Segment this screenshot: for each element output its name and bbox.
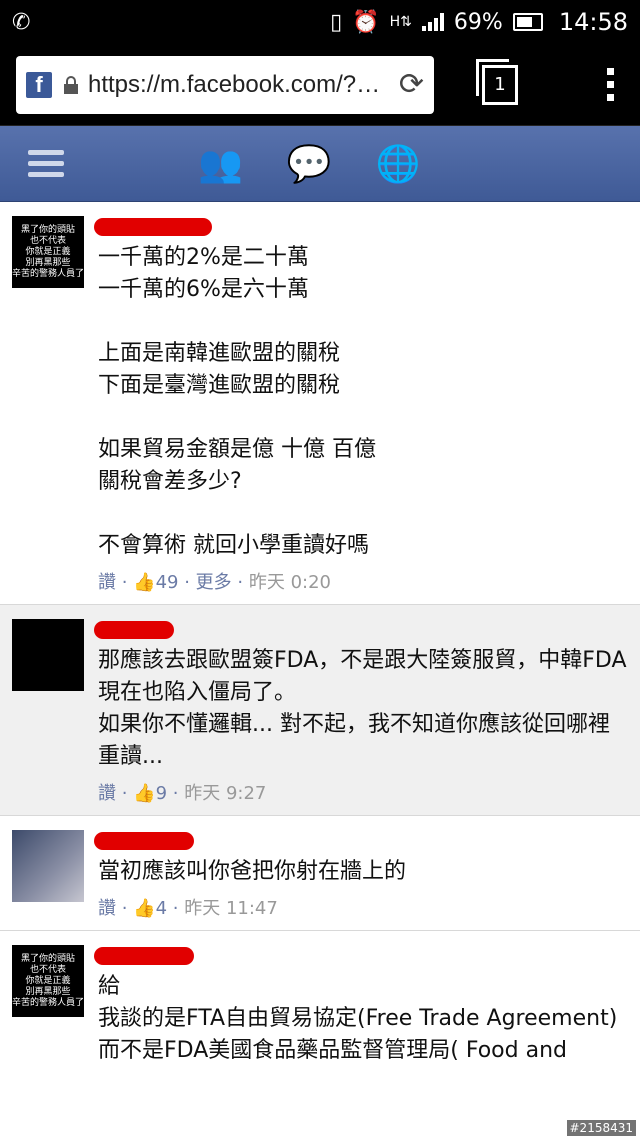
- friends-icon[interactable]: 👥: [198, 143, 243, 185]
- author-name-redacted[interactable]: [94, 830, 628, 854]
- avatar[interactable]: 黑了你的頭貼 也不代表 你就是正義 別再黑那些 辛苦的警務人員了: [12, 945, 84, 1017]
- battery-icon: [512, 13, 543, 31]
- avatar[interactable]: [12, 830, 84, 902]
- comment-text: 那應該去跟歐盟簽FDA，不是跟大陸簽服貿，中韓FDA現在也陷入僵局了。 如果你不…: [98, 648, 627, 769]
- comment-date: 昨天 11:47: [184, 898, 278, 919]
- browser-toolbar: f https://m.facebook.com/?… ⟳ 1: [0, 44, 640, 126]
- like-count[interactable]: 9: [156, 783, 167, 804]
- comment-text: 當初應該叫你爸把你射在牆上的: [98, 859, 407, 884]
- whatsapp-icon: ✆: [12, 9, 31, 35]
- facebook-favicon-icon: f: [26, 71, 52, 98]
- messages-icon[interactable]: 💬: [287, 143, 332, 185]
- menu-icon[interactable]: [28, 150, 64, 177]
- comment-text: 給 我談的是FTA自由貿易協定(Free Trade Agreement) 而不…: [98, 974, 618, 1063]
- like-link[interactable]: 讚: [98, 783, 116, 804]
- comment-meta: 讚 · 👍4 · 昨天 11:47: [98, 898, 278, 919]
- comment-meta: 讚 · 👍9 · 昨天 9:27: [98, 783, 267, 804]
- avatar[interactable]: [12, 619, 84, 691]
- comment-item: 黑了你的頭貼 也不代表 你就是正義 別再黑那些 辛苦的警務人員了 給 我談的是F…: [0, 931, 640, 1067]
- overflow-menu-icon[interactable]: [607, 68, 614, 101]
- avatar[interactable]: 黑了你的頭貼 也不代表 你就是正義 別再黑那些 辛苦的警務人員了: [12, 216, 84, 288]
- notifications-globe-icon[interactable]: 🌐: [376, 143, 421, 185]
- comment-item: 當初應該叫你爸把你射在牆上的 讚 · 👍4 · 昨天 11:47: [0, 816, 640, 930]
- comment-date: 昨天 9:27: [184, 783, 267, 804]
- signal-icon: [421, 13, 444, 31]
- like-link[interactable]: 讚: [98, 898, 116, 919]
- comment-text: 一千萬的2%是二十萬 一千萬的6%是六十萬 上面是南韓進歐盟的關稅 下面是臺灣進…: [98, 245, 376, 558]
- vibrate-icon: ▯: [330, 9, 343, 35]
- url-text[interactable]: https://m.facebook.com/?…: [88, 71, 393, 99]
- comment-item: 黑了你的頭貼 也不代表 你就是正義 別再黑那些 辛苦的警務人員了 一千萬的2%是…: [0, 202, 640, 604]
- like-count[interactable]: 49: [156, 572, 179, 593]
- address-bar[interactable]: f https://m.facebook.com/?… ⟳: [16, 55, 434, 114]
- author-name-redacted[interactable]: [94, 619, 628, 643]
- hspa-icon: H⇅: [389, 14, 412, 30]
- battery-percent: 69%: [453, 9, 503, 35]
- thumbs-up-icon: 👍: [133, 783, 156, 804]
- author-name-redacted[interactable]: [94, 945, 628, 969]
- author-name-redacted[interactable]: [94, 216, 628, 240]
- like-count[interactable]: 4: [156, 898, 167, 919]
- refresh-icon[interactable]: ⟳: [399, 67, 424, 102]
- comment-item: 那應該去跟歐盟簽FDA，不是跟大陸簽服貿，中韓FDA現在也陷入僵局了。 如果你不…: [0, 605, 640, 815]
- alarm-icon: ⏰: [352, 9, 380, 35]
- more-link[interactable]: 更多: [196, 572, 232, 593]
- clock: 14:58: [558, 8, 628, 36]
- thumbs-up-icon: 👍: [133, 898, 156, 919]
- like-link[interactable]: 讚: [98, 572, 116, 593]
- watermark: #2158431: [566, 1120, 636, 1136]
- facebook-nav-bar: 👥 💬 🌐: [0, 126, 640, 202]
- comment-date: 昨天 0:20: [248, 572, 331, 593]
- tabs-button[interactable]: 1: [476, 58, 518, 105]
- comment-meta: 讚 · 👍49 · 更多 · 昨天 0:20: [98, 572, 331, 593]
- thumbs-up-icon: 👍: [133, 572, 156, 593]
- status-bar: ✆ ▯ ⏰ H⇅ 69% 14:58: [0, 0, 640, 44]
- lock-icon: [64, 75, 78, 94]
